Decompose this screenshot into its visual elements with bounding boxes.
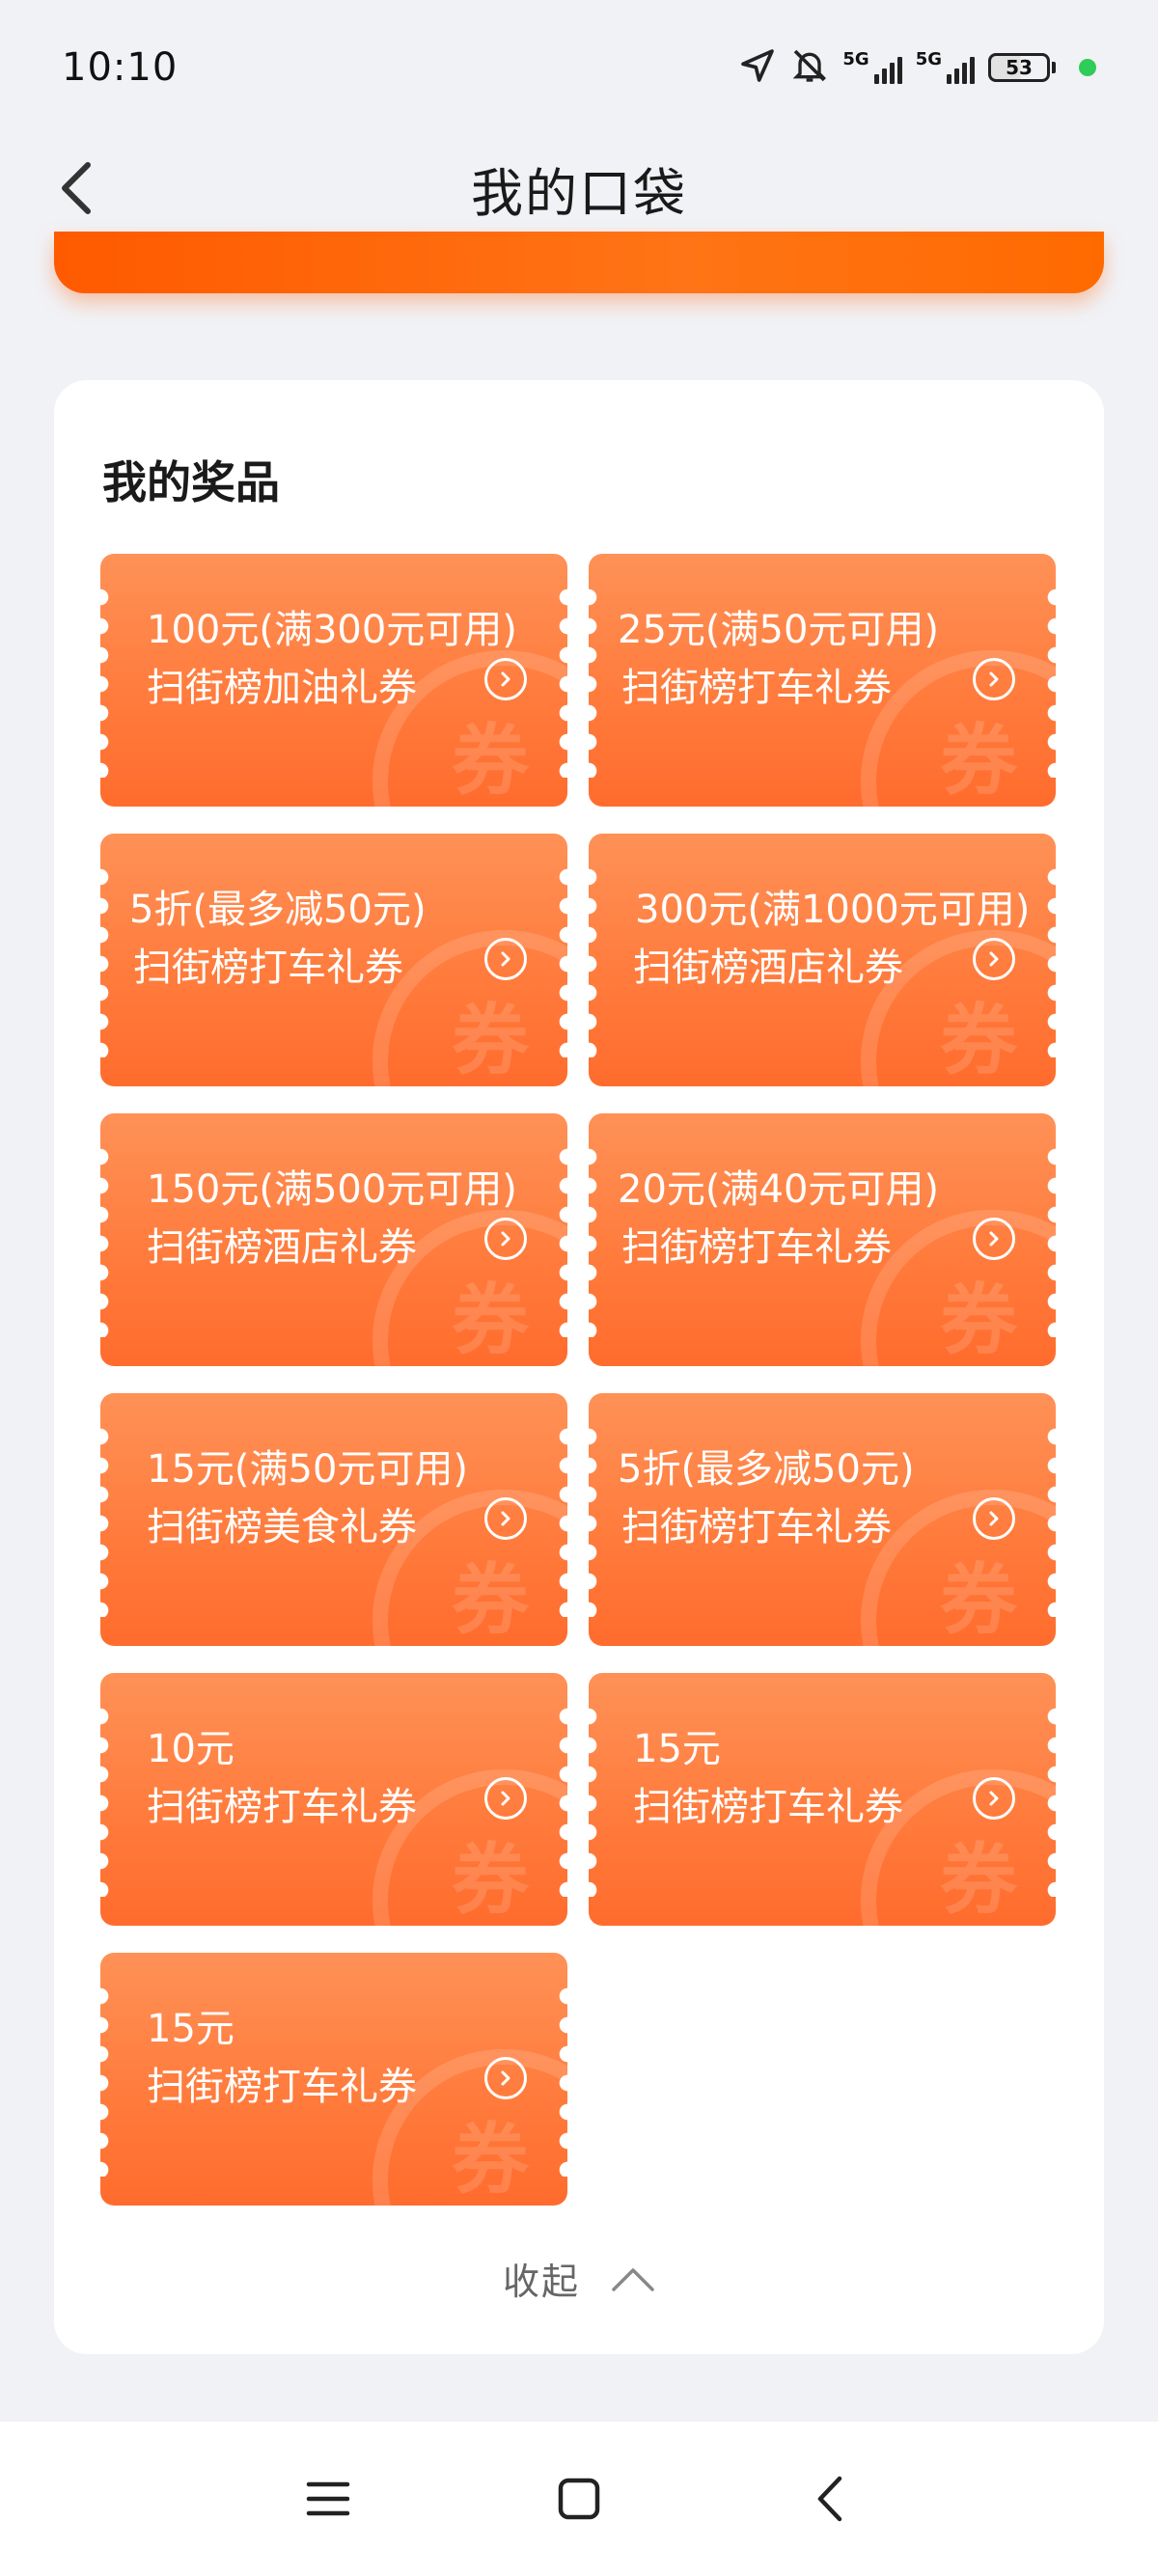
- system-nav-bar: [0, 2422, 1158, 2576]
- nav-bar: 我的口袋: [0, 135, 1158, 241]
- chevron-right-circle-icon: [484, 658, 527, 700]
- coupon-amount: 15元: [147, 2007, 234, 2051]
- coupon-card[interactable]: 券 20元(满40元可用) 扫街榜打车礼券: [589, 1113, 1056, 1366]
- chevron-right-circle-icon: [484, 1777, 527, 1820]
- location-arrow-icon: [738, 46, 777, 89]
- coupon-amount: 15元: [633, 1727, 721, 1771]
- privacy-indicator-dot: [1079, 59, 1096, 76]
- battery-level: 53: [988, 53, 1050, 82]
- coupon-type: 扫街榜打车礼券: [147, 1785, 417, 1829]
- collapse-button[interactable]: 收起: [54, 2252, 1104, 2305]
- coupon-amount: 10元: [147, 1727, 234, 1771]
- coupon-watermark: 券: [452, 716, 529, 806]
- menu-icon: [306, 2481, 350, 2516]
- coupon-type: 扫街榜打车礼券: [133, 945, 403, 990]
- coupon-type: 扫街榜打车礼券: [633, 1785, 903, 1829]
- coupon-amount: 20元(满40元可用): [618, 1167, 940, 1212]
- coupon-card[interactable]: 券 300元(满1000元可用) 扫街榜酒店礼券: [589, 834, 1056, 1086]
- status-time: 10:10: [62, 45, 179, 90]
- chevron-left-icon: [817, 2476, 842, 2522]
- coupon-amount: 5折(最多减50元): [618, 1447, 915, 1492]
- prize-card: 我的奖品 券 100元(满300元可用) 扫街榜加油礼券 券 25元(满50元可…: [54, 380, 1104, 2354]
- coupon-type: 扫街榜美食礼券: [147, 1505, 417, 1549]
- coupon-watermark: 券: [940, 716, 1017, 806]
- chevron-right-circle-icon: [973, 1777, 1015, 1820]
- coupon-watermark: 券: [940, 996, 1017, 1085]
- orange-banner: [54, 232, 1104, 293]
- chevron-right-circle-icon: [973, 1497, 1015, 1540]
- coupon-watermark: 券: [940, 1275, 1017, 1365]
- system-back-button[interactable]: [801, 2470, 859, 2528]
- coupon-card[interactable]: 券 5折(最多减50元) 扫街榜打车礼券: [589, 1393, 1056, 1646]
- coupon-type: 扫街榜酒店礼券: [147, 1225, 417, 1270]
- coupon-card[interactable]: 券 10元 扫街榜打车礼券: [100, 1673, 567, 1926]
- coupon-type: 扫街榜打车礼券: [147, 2065, 417, 2109]
- coupon-amount: 150元(满500元可用): [147, 1167, 517, 1212]
- coupon-watermark: 券: [452, 996, 529, 1085]
- section-title: 我的奖品: [102, 456, 280, 508]
- chevron-right-circle-icon: [484, 938, 527, 980]
- coupon-amount: 100元(满300元可用): [147, 608, 517, 652]
- home-button[interactable]: [550, 2470, 608, 2528]
- chevron-right-circle-icon: [484, 1497, 527, 1540]
- chevron-right-circle-icon: [973, 1218, 1015, 1260]
- back-button[interactable]: [42, 154, 110, 222]
- coupon-watermark: 券: [452, 1835, 529, 1925]
- coupon-type: 扫街榜打车礼券: [621, 1225, 892, 1270]
- coupon-watermark: 券: [452, 1555, 529, 1645]
- chevron-up-icon: [612, 2267, 654, 2291]
- bell-off-icon: [790, 46, 829, 89]
- home-square-icon: [558, 2478, 600, 2520]
- chevron-right-circle-icon: [973, 658, 1015, 700]
- coupon-amount: 300元(满1000元可用): [635, 888, 1031, 932]
- coupon-amount: 15元(满50元可用): [147, 1447, 469, 1492]
- battery-icon: 53: [988, 53, 1056, 82]
- coupon-amount: 25元(满50元可用): [618, 608, 940, 652]
- chevron-right-circle-icon: [484, 1218, 527, 1260]
- chevron-right-circle-icon: [973, 938, 1015, 980]
- coupon-card[interactable]: 券 15元 扫街榜打车礼券: [100, 1953, 567, 2206]
- coupon-type: 扫街榜加油礼券: [147, 666, 417, 710]
- coupon-watermark: 券: [452, 2115, 529, 2205]
- coupon-watermark: 券: [452, 1275, 529, 1365]
- coupon-amount: 5折(最多减50元): [129, 888, 427, 932]
- coupon-card[interactable]: 券 100元(满300元可用) 扫街榜加油礼券: [100, 554, 567, 807]
- coupon-type: 扫街榜酒店礼券: [633, 945, 903, 990]
- coupon-card[interactable]: 券 15元(满50元可用) 扫街榜美食礼券: [100, 1393, 567, 1646]
- chevron-right-circle-icon: [484, 2057, 527, 2099]
- coupon-card[interactable]: 券 150元(满500元可用) 扫街榜酒店礼券: [100, 1113, 567, 1366]
- page-title: 我的口袋: [471, 162, 687, 224]
- coupon-watermark: 券: [940, 1835, 1017, 1925]
- signal-5g-icon: 5G: [842, 51, 902, 84]
- coupon-card[interactable]: 券 15元 扫街榜打车礼券: [589, 1673, 1056, 1926]
- coupon-type: 扫街榜打车礼券: [621, 666, 892, 710]
- collapse-label: 收起: [502, 2261, 580, 2303]
- status-bar: 10:10 5G 5G 53: [0, 0, 1158, 135]
- chevron-left-icon: [62, 162, 91, 214]
- signal-5g-icon-2: 5G: [916, 51, 975, 84]
- coupon-card[interactable]: 券 25元(满50元可用) 扫街榜打车礼券: [589, 554, 1056, 807]
- coupon-card[interactable]: 券 5折(最多减50元) 扫街榜打车礼券: [100, 834, 567, 1086]
- coupon-watermark: 券: [940, 1555, 1017, 1645]
- menu-button[interactable]: [299, 2470, 357, 2528]
- coupon-type: 扫街榜打车礼券: [621, 1505, 892, 1549]
- status-icons: 5G 5G 53: [738, 46, 1096, 89]
